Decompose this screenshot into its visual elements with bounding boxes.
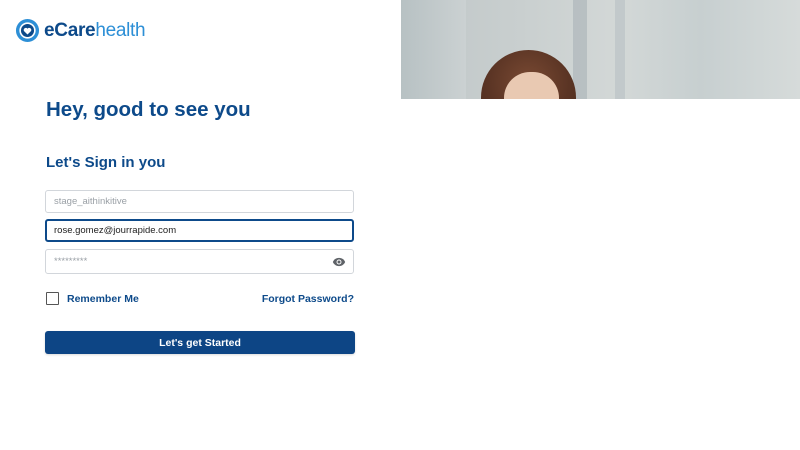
submit-button[interactable]: Let's get Started	[45, 331, 355, 354]
photo-window-frame	[573, 0, 587, 99]
brand-name-part1: eCare	[44, 19, 96, 41]
forgot-password-link[interactable]: Forgot Password?	[262, 293, 354, 305]
password-field	[45, 249, 354, 274]
heart-logo-icon	[15, 18, 40, 43]
brand-name-part2: health	[95, 19, 146, 41]
hero-photo	[401, 0, 800, 99]
eye-icon[interactable]	[331, 255, 347, 269]
form-subtitle: Let's Sign in you	[46, 154, 166, 171]
brand-name: eCarehealth	[44, 19, 146, 42]
email-field	[45, 219, 354, 242]
brand-logo: eCarehealth	[15, 18, 146, 43]
page-title: Hey, good to see you	[46, 98, 251, 121]
remember-me[interactable]: Remember Me	[46, 292, 139, 305]
username-input[interactable]	[46, 196, 353, 207]
username-field	[45, 190, 354, 213]
photo-window-frame	[615, 0, 625, 99]
password-input[interactable]	[46, 256, 353, 267]
remember-me-label: Remember Me	[67, 292, 139, 305]
remember-me-checkbox[interactable]	[46, 292, 59, 305]
photo-wall	[401, 0, 466, 99]
email-input[interactable]	[47, 225, 352, 236]
